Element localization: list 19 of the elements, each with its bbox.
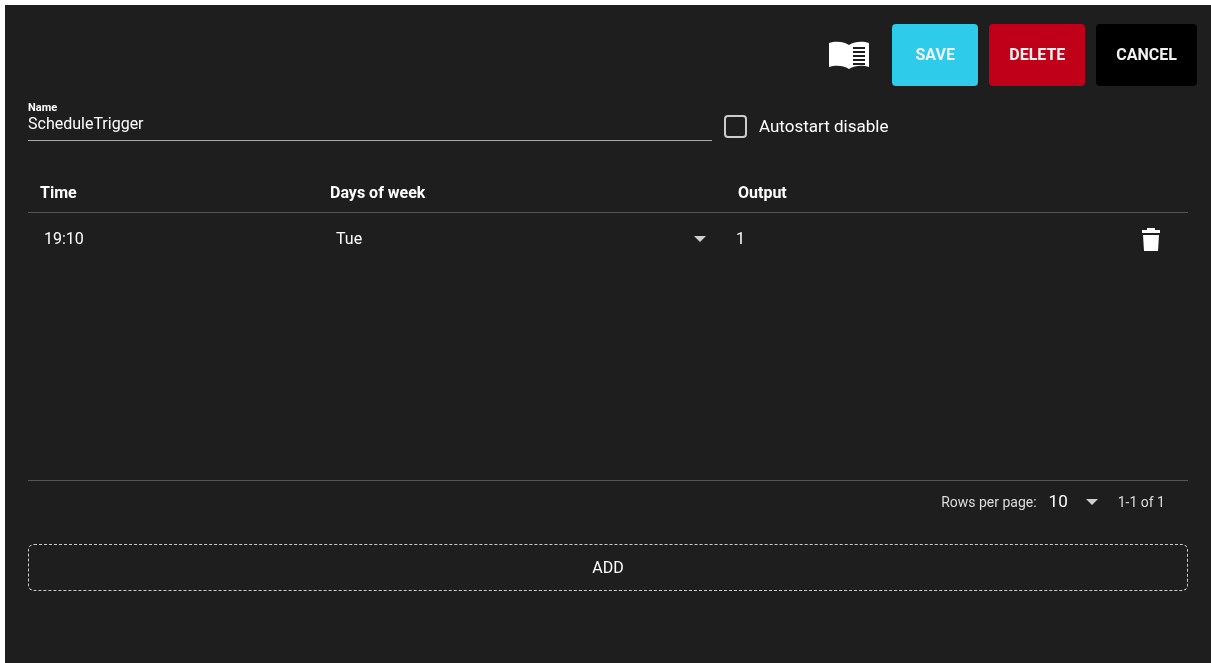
trash-icon[interactable] (1142, 227, 1160, 251)
days-select[interactable]: Tue (318, 227, 708, 251)
rows-per-page-label: Rows per page: (941, 492, 1037, 512)
column-header: Output (737, 182, 787, 204)
page-range: 1-1 of 1 (1117, 492, 1165, 512)
cancel-button[interactable]: CANCEL (1096, 24, 1197, 86)
table-cell-text: 19:10 (43, 228, 85, 250)
name-field[interactable]: Name ScheduleTrigger (28, 102, 712, 141)
add-button[interactable]: ADD (28, 544, 1188, 591)
rows-per-page-select[interactable]: 10 (1048, 489, 1098, 515)
table-cell-text: 1 (735, 228, 746, 250)
column-header: Time (39, 182, 78, 204)
checkbox[interactable] (724, 114, 747, 138)
caret-icon (1085, 499, 1098, 505)
delete-button[interactable]: DELETE (989, 24, 1086, 86)
column-header: Days of week (329, 182, 427, 204)
book-icon[interactable] (827, 39, 872, 71)
caret-icon (694, 236, 706, 242)
checkbox-label: Autostart disable (759, 114, 889, 138)
